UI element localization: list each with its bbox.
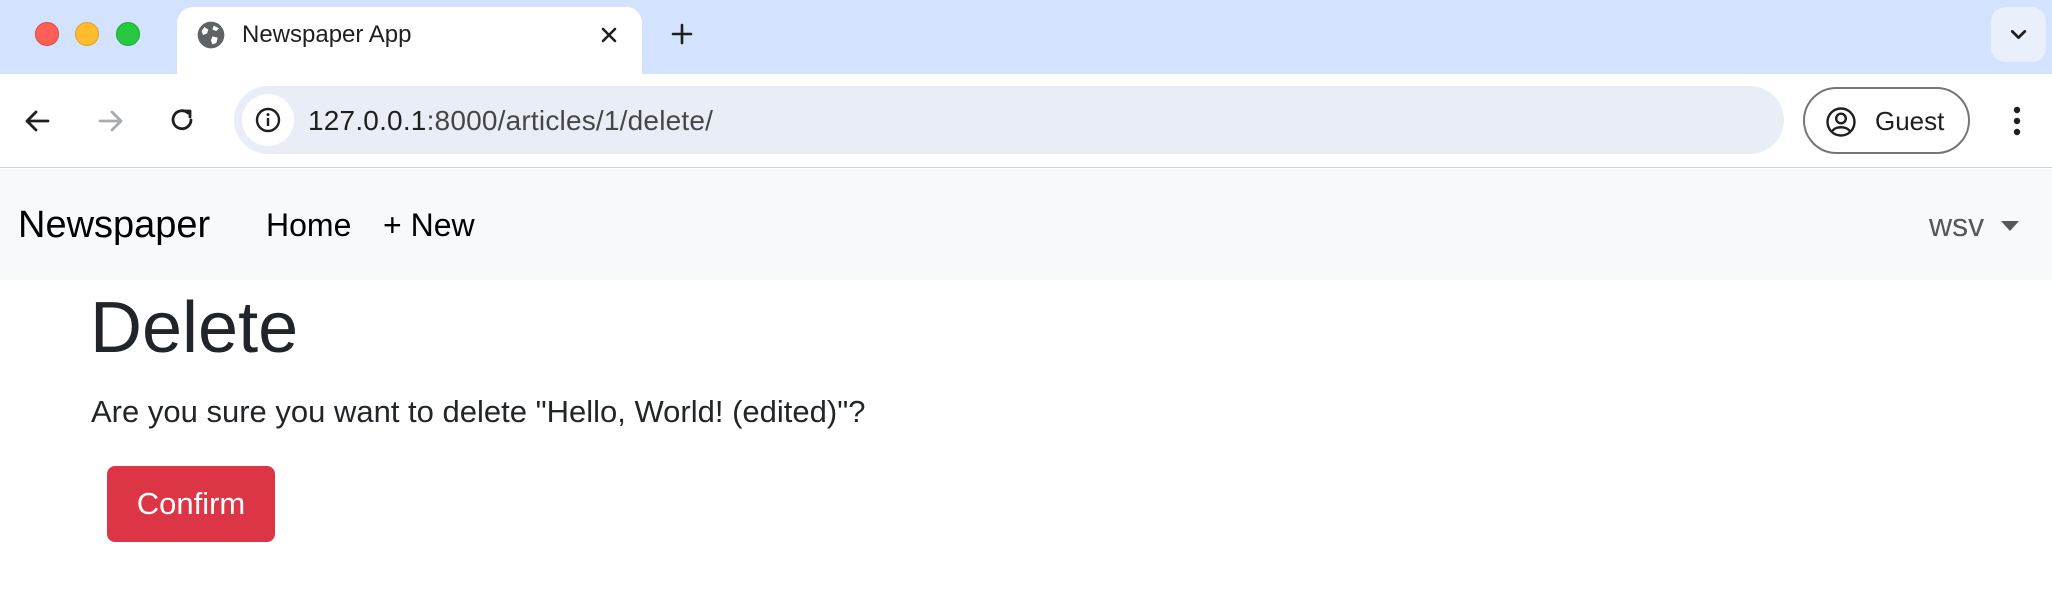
address-bar[interactable]: 127.0.0.1:8000/articles/1/delete/ — [234, 86, 1784, 154]
back-arrow-icon[interactable] — [16, 99, 60, 143]
close-window-button[interactable] — [35, 22, 59, 46]
tab-search-button[interactable] — [1991, 7, 2046, 62]
forward-arrow-icon[interactable] — [88, 99, 132, 143]
user-dropdown-toggle[interactable]: wsv — [1929, 205, 1984, 245]
maximize-window-button[interactable] — [116, 22, 140, 46]
close-tab-icon[interactable] — [595, 21, 623, 49]
url-path: :8000/articles/1/delete/ — [426, 105, 714, 136]
tab-title: Newspaper App — [242, 21, 412, 48]
profile-label: Guest — [1875, 106, 1945, 136]
site-info-button[interactable] — [242, 94, 294, 146]
browser-tabstrip: Newspaper App — [0, 0, 2052, 74]
new-tab-icon[interactable] — [666, 18, 698, 50]
info-icon — [255, 107, 281, 133]
nav-new-article-link[interactable]: + New — [383, 205, 475, 245]
page-title: Delete — [90, 288, 299, 368]
browser-toolbar: 127.0.0.1:8000/articles/1/delete/ Guest — [0, 74, 2052, 168]
delete-confirmation-message: Are you sure you want to delete "Hello, … — [91, 394, 866, 429]
caret-down-icon[interactable] — [2001, 221, 2019, 231]
confirm-delete-button[interactable]: Confirm — [107, 466, 275, 542]
url-text: 127.0.0.1:8000/articles/1/delete/ — [308, 104, 713, 138]
account-circle-icon — [1826, 107, 1856, 137]
more-vert-icon[interactable] — [1997, 99, 2037, 143]
app-navbar: Newspaper Home + New wsv — [0, 169, 2052, 280]
reload-icon[interactable] — [160, 99, 204, 143]
browser-tab-active[interactable]: Newspaper App — [177, 7, 642, 74]
globe-icon — [197, 21, 225, 49]
brand-link[interactable]: Newspaper — [18, 202, 210, 248]
minimize-window-button[interactable] — [75, 22, 99, 46]
chevron-down-icon — [2010, 30, 2027, 39]
profile-button[interactable]: Guest — [1803, 87, 1970, 154]
url-host: 127.0.0.1 — [308, 105, 427, 136]
nav-home-link[interactable]: Home — [266, 205, 351, 245]
